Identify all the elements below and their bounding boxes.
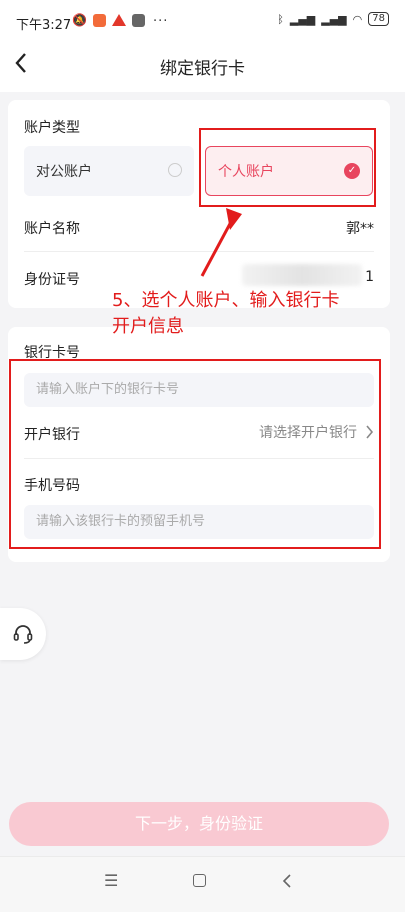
back-triangle-icon[interactable] xyxy=(282,874,292,888)
customer-service-button[interactable] xyxy=(0,608,46,660)
id-number-suffix: 1 xyxy=(365,269,374,285)
account-type-label: 账户类型 xyxy=(24,120,80,136)
next-step-button[interactable]: 下一步，身份验证 xyxy=(9,802,389,846)
annotation-line-2: 开户信息 xyxy=(112,316,184,337)
menu-icon[interactable]: ☰ xyxy=(104,871,118,890)
system-indicators: ᛒ ▂▄▆ ▂▄▆ ◠ 78 xyxy=(277,12,389,26)
page-title: 绑定银行卡 xyxy=(160,59,245,79)
triangle-app-icon xyxy=(111,14,126,26)
status-bar: 下午3:27 🔕 ··· ᛒ ▂▄▆ ▂▄▆ ◠ 78 xyxy=(0,0,405,40)
option-public-label: 对公账户 xyxy=(36,164,92,180)
annotation-box-personal xyxy=(199,128,376,207)
id-number-redacted xyxy=(242,264,362,286)
account-name-label: 账户名称 xyxy=(24,221,80,237)
signal-icon-2: ▂▄▆ xyxy=(321,12,347,26)
annotation-arrow-icon xyxy=(200,208,242,277)
nav-bar: 绑定银行卡 xyxy=(0,40,405,92)
wifi-icon: ◠ xyxy=(352,12,363,26)
account-name-value: 郭** xyxy=(346,221,374,237)
status-time: 下午3:27 xyxy=(16,18,72,33)
more-dots-icon: ··· xyxy=(152,13,169,29)
bluetooth-icon: ᛒ xyxy=(277,12,284,26)
id-number-label: 身份证号 xyxy=(24,272,80,288)
radio-unchecked-icon xyxy=(168,163,182,177)
mute-bell-icon: 🔕 xyxy=(72,13,87,27)
headset-icon xyxy=(13,625,33,644)
notification-icons: 🔕 ··· xyxy=(72,13,169,29)
option-public-account[interactable]: 对公账户 xyxy=(24,146,194,196)
home-icon[interactable] xyxy=(193,874,206,887)
clipboard-icon xyxy=(131,13,145,27)
battery-icon: 78 xyxy=(368,12,389,26)
annotation-text: 5、选个人账户、输入银行卡 开户信息 xyxy=(112,288,387,340)
annotation-box-bank-info xyxy=(9,359,381,549)
signal-icon: ▂▄▆ xyxy=(289,12,316,26)
annotation-line-1: 5、选个人账户、输入银行卡 xyxy=(112,290,340,311)
system-nav-bar: ☰ xyxy=(0,856,405,912)
app-notification-icon xyxy=(92,13,106,27)
